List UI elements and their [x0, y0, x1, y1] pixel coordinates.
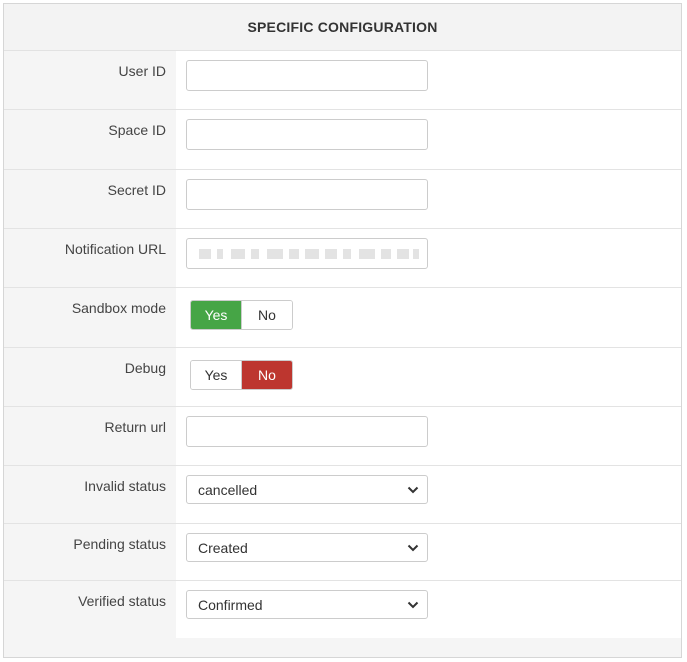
debug-label: Debug: [4, 348, 176, 406]
redacted-block: [305, 249, 319, 259]
space-id-label: Space ID: [4, 110, 176, 169]
pending-status-label: Pending status: [4, 524, 176, 580]
sandbox-no-button[interactable]: No: [241, 301, 292, 329]
debug-toggle: Yes No: [190, 360, 293, 390]
panel-title: SPECIFIC CONFIGURATION: [247, 19, 438, 35]
redacted-block: [267, 249, 283, 259]
invalid-status-cell: cancelled: [176, 466, 681, 523]
debug-no-button[interactable]: No: [241, 361, 292, 389]
chevron-down-icon: [407, 542, 419, 554]
redacted-block: [231, 249, 245, 259]
user-id-input[interactable]: [186, 60, 428, 91]
user-id-cell: [176, 51, 681, 109]
chevron-down-icon: [407, 484, 419, 496]
row-space-id: Space ID: [4, 110, 681, 170]
chevron-down-icon: [407, 599, 419, 611]
redacted-block: [381, 249, 391, 259]
space-id-input[interactable]: [186, 119, 428, 150]
redacted-block: [289, 249, 299, 259]
notification-url-cell: [176, 229, 681, 287]
verified-status-cell: Confirmed: [176, 581, 681, 638]
row-invalid-status: Invalid status cancelled: [4, 466, 681, 524]
pending-status-value: Created: [198, 539, 248, 556]
pending-status-select[interactable]: Created: [186, 533, 428, 562]
row-sandbox-mode: Sandbox mode Yes No: [4, 288, 681, 348]
sandbox-mode-label: Sandbox mode: [4, 288, 176, 347]
secret-id-input[interactable]: [186, 179, 428, 210]
user-id-label: User ID: [4, 51, 176, 109]
row-notification-url: Notification URL: [4, 229, 681, 288]
redacted-block: [343, 249, 351, 259]
redacted-block: [359, 249, 375, 259]
space-id-cell: [176, 110, 681, 169]
verified-status-label: Verified status: [4, 581, 176, 638]
row-verified-status: Verified status Confirmed: [4, 581, 681, 638]
redacted-block: [251, 249, 259, 259]
secret-id-cell: [176, 170, 681, 228]
redacted-block: [217, 249, 223, 259]
verified-status-value: Confirmed: [198, 596, 263, 613]
invalid-status-value: cancelled: [198, 481, 258, 498]
debug-yes-button[interactable]: Yes: [191, 361, 241, 389]
redacted-block: [413, 249, 419, 259]
config-form: User ID Space ID Secret ID Notification …: [4, 51, 681, 638]
redacted-block: [397, 249, 409, 259]
debug-cell: Yes No: [176, 348, 681, 406]
row-return-url: Return url: [4, 407, 681, 466]
notification-url-input[interactable]: [186, 238, 428, 269]
return-url-input[interactable]: [186, 416, 428, 447]
secret-id-label: Secret ID: [4, 170, 176, 228]
row-pending-status: Pending status Created: [4, 524, 681, 581]
return-url-cell: [176, 407, 681, 465]
panel-header: SPECIFIC CONFIGURATION: [4, 4, 681, 51]
redacted-block: [199, 249, 211, 259]
notification-url-label: Notification URL: [4, 229, 176, 287]
sandbox-mode-toggle: Yes No: [190, 300, 293, 330]
specific-configuration-panel: SPECIFIC CONFIGURATION User ID Space ID …: [3, 3, 682, 658]
pending-status-cell: Created: [176, 524, 681, 580]
sandbox-mode-cell: Yes No: [176, 288, 681, 347]
return-url-label: Return url: [4, 407, 176, 465]
redacted-block: [325, 249, 337, 259]
invalid-status-select[interactable]: cancelled: [186, 475, 428, 504]
row-secret-id: Secret ID: [4, 170, 681, 229]
verified-status-select[interactable]: Confirmed: [186, 590, 428, 619]
row-user-id: User ID: [4, 51, 681, 110]
invalid-status-label: Invalid status: [4, 466, 176, 523]
sandbox-yes-button[interactable]: Yes: [191, 301, 241, 329]
row-debug: Debug Yes No: [4, 348, 681, 407]
